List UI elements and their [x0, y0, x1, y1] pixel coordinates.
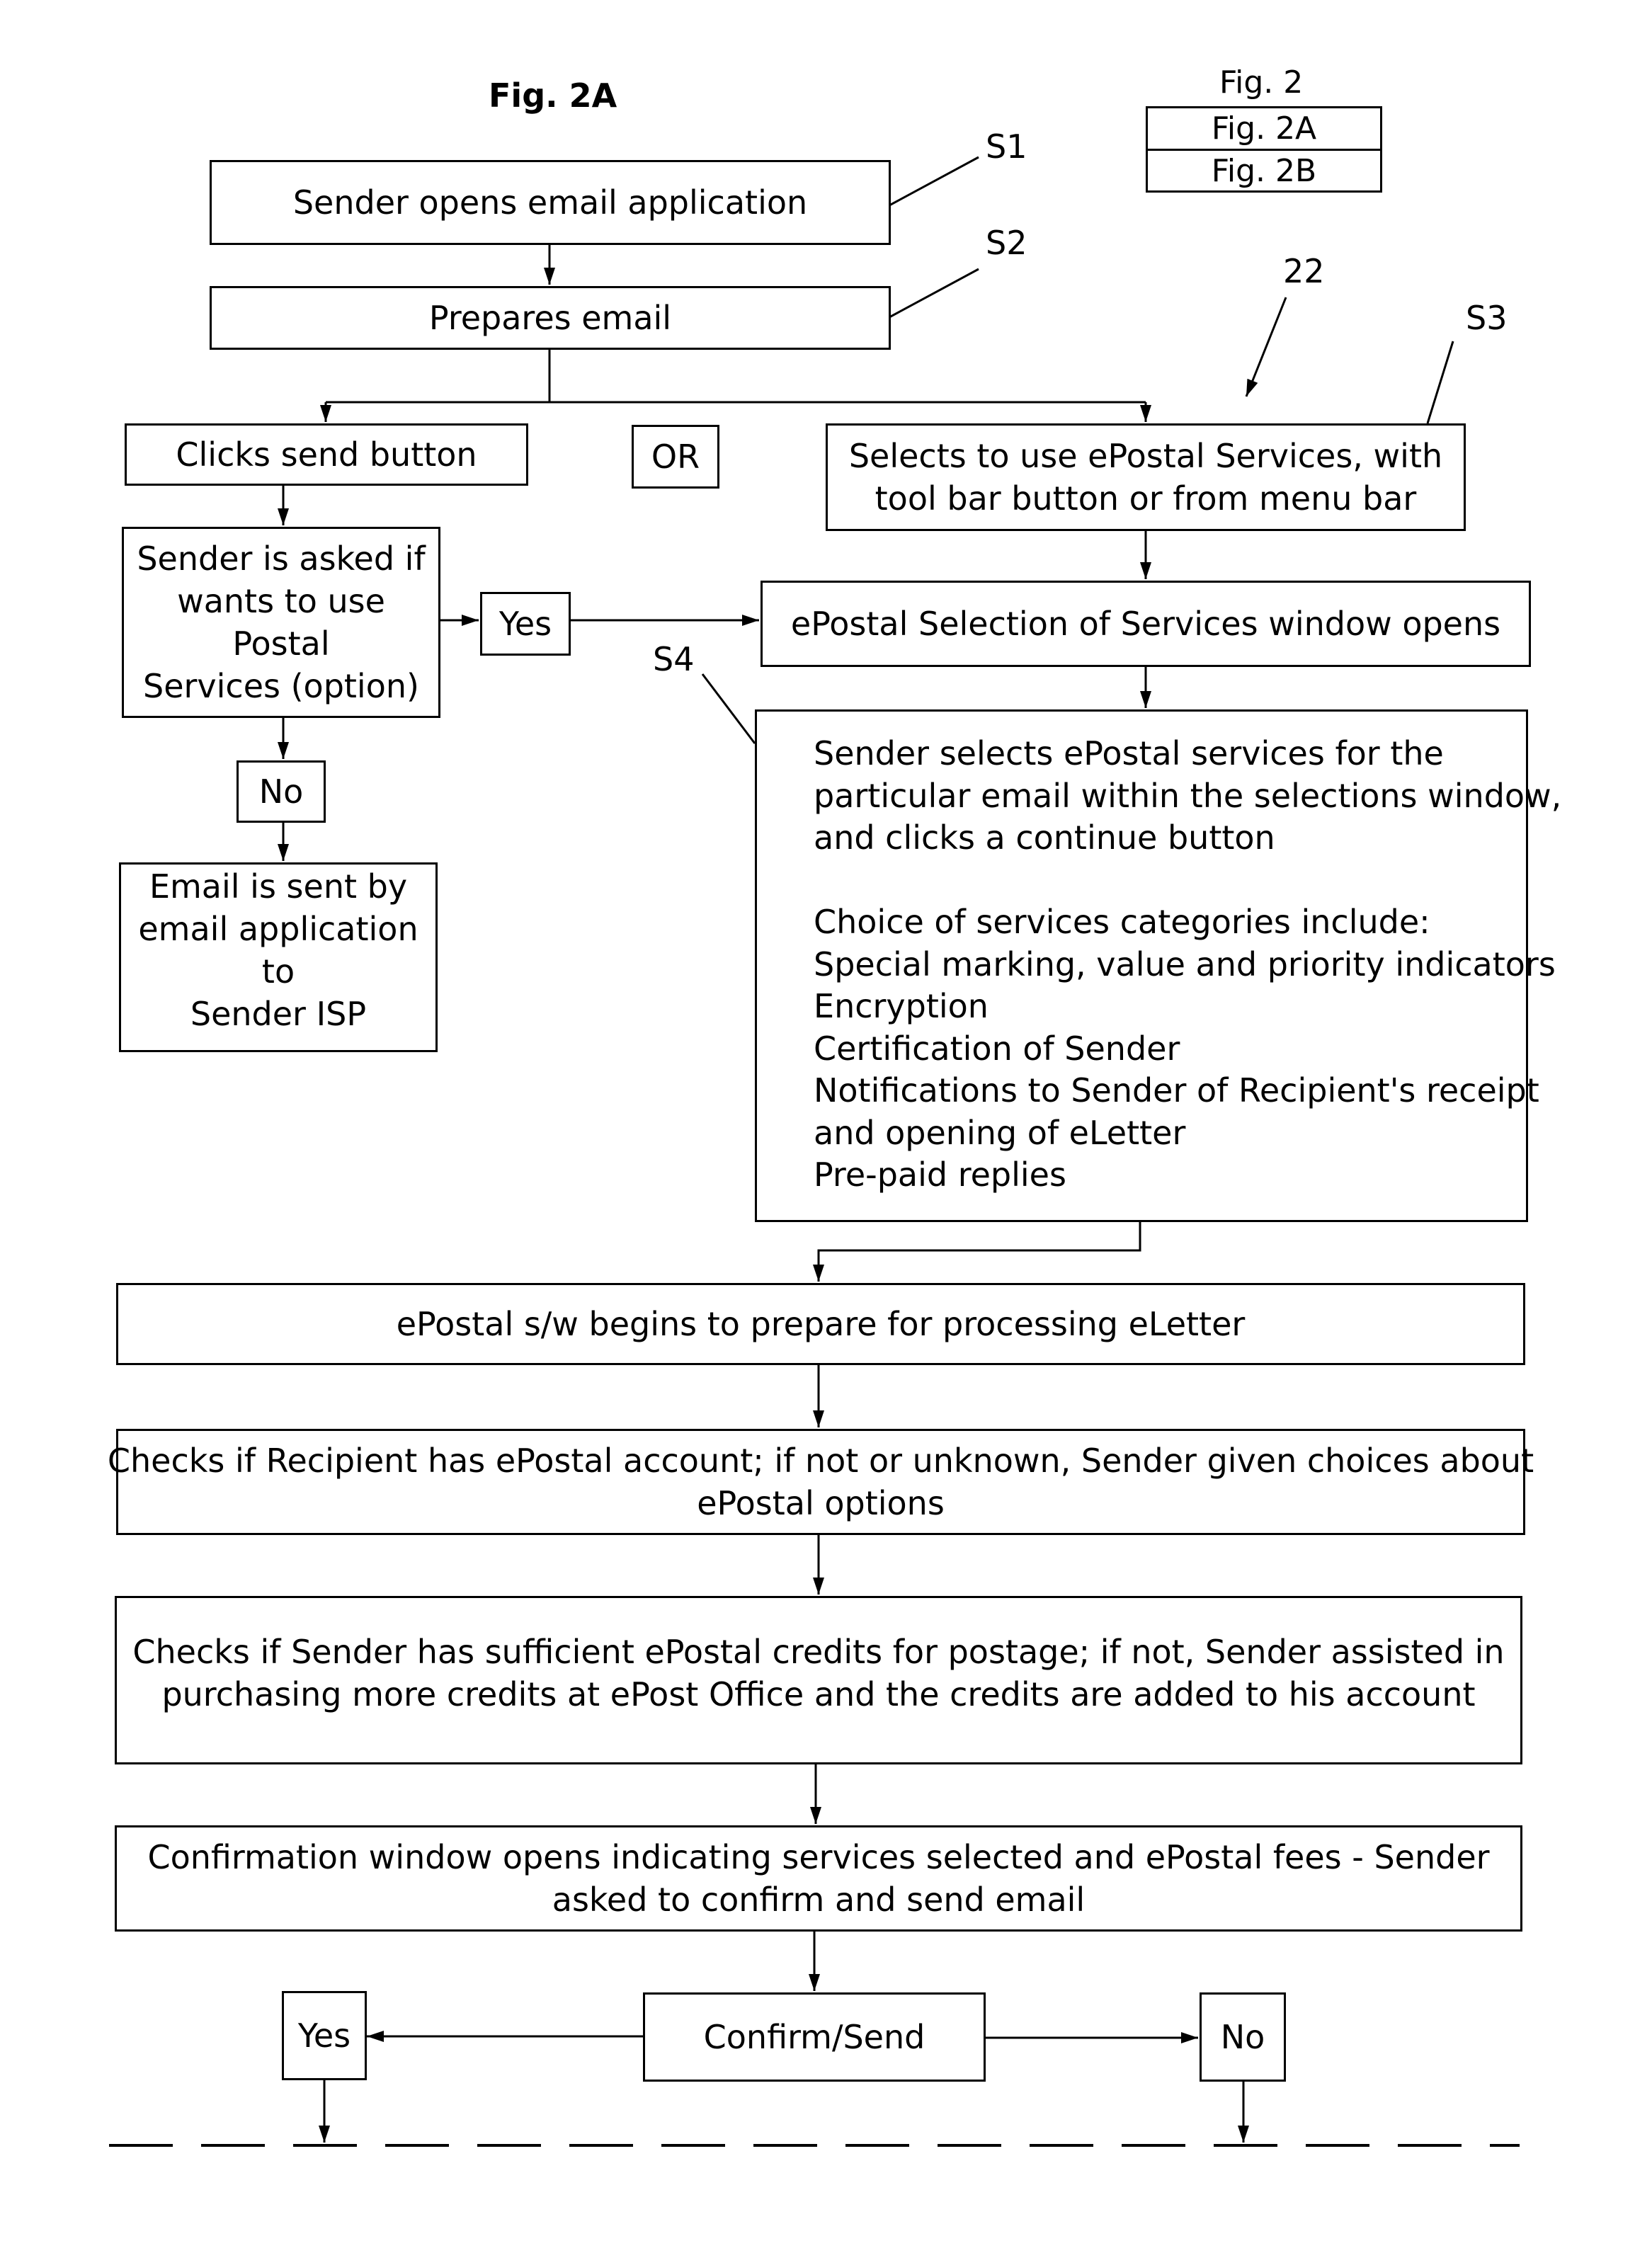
- select-services-heading: Choice of services categories include:: [814, 903, 1430, 941]
- leader-s3: [1426, 341, 1454, 424]
- service-category-item: and opening of eLetter: [814, 1113, 1186, 1152]
- step-prepare-email: Prepares email: [210, 286, 891, 350]
- step-confirmation-window: Confirmation window opens indicating ser…: [115, 1825, 1522, 1932]
- step-check-recipient: Checks if Recipient has ePostal account;…: [108, 1429, 1534, 1535]
- service-category-item: Certification of Sender: [814, 1029, 1180, 1068]
- step-confirm-send-text: Confirm/Send: [703, 2018, 925, 2056]
- step-email-sent-line: email application to: [138, 910, 418, 991]
- step-select-epostal: Selects to use ePostal Services, with to…: [826, 423, 1466, 531]
- ref-label-s2: S2: [986, 224, 1027, 262]
- step-selection-window-opens-text: ePostal Selection of Services window ope…: [790, 605, 1501, 643]
- step-prepare-email-text: Prepares email: [428, 299, 672, 337]
- step-check-credits: Checks if Sender has sufficient ePostal …: [115, 1596, 1522, 1764]
- step-click-send-text: Clicks send button: [176, 435, 477, 474]
- decision-no-bottom: No: [1200, 1992, 1286, 2082]
- legend-heading: Fig. 2: [1219, 64, 1304, 101]
- step-prepare-processing: ePostal s/w begins to prepare for proces…: [116, 1283, 1525, 1365]
- step-check-credits-line: purchasing more credits at ePost Office …: [161, 1675, 1476, 1713]
- service-category-item: Encryption: [814, 987, 989, 1025]
- step-sender-asked: Sender is asked if wants to use Postal S…: [122, 527, 440, 718]
- step-check-recipient-line: ePostal options: [697, 1484, 945, 1522]
- step-click-send: Clicks send button: [125, 423, 528, 486]
- arrow-22: [1245, 297, 1287, 397]
- step-select-services: Sender selects ePostal services for the …: [755, 709, 1561, 1222]
- step-select-epostal-line: tool bar button or from menu bar: [875, 479, 1417, 518]
- step-email-sent-line: Email is sent by: [149, 867, 408, 906]
- or-label: OR: [651, 438, 700, 476]
- decision-yes-top-text: Yes: [499, 605, 552, 643]
- or-label-box: OR: [632, 425, 719, 489]
- legend-cell-fig-2b: Fig. 2B: [1146, 149, 1382, 193]
- ref-label-s4: S4: [653, 640, 695, 678]
- service-category-item: Notifications to Sender of Recipient's r…: [814, 1071, 1539, 1110]
- decision-no-left: No: [237, 760, 326, 823]
- step-open-email-app: Sender opens email application: [210, 160, 891, 245]
- step-confirmation-window-line: asked to confirm and send email: [552, 1881, 1086, 1919]
- step-email-sent: Email is sent by email application to Se…: [119, 862, 438, 1052]
- select-services-intro-line: Sender selects ePostal services for the: [814, 734, 1444, 772]
- step-email-sent-line: Sender ISP: [190, 995, 367, 1033]
- step-confirmation-window-line: Confirmation window opens indicating ser…: [147, 1838, 1490, 1876]
- step-select-epostal-line: Selects to use ePostal Services, with: [848, 437, 1443, 475]
- step-check-recipient-line: Checks if Recipient has ePostal account;…: [107, 1442, 1534, 1480]
- select-services-intro-line: particular email within the selections w…: [814, 776, 1562, 815]
- service-category-item: Pre-paid replies: [814, 1156, 1066, 1194]
- service-category-item: Special marking, value and priority indi…: [814, 945, 1556, 983]
- leader-s2: [889, 268, 979, 319]
- step-check-credits-line: Checks if Sender has sufficient ePostal …: [132, 1633, 1505, 1671]
- decision-yes-bottom-text: Yes: [297, 2017, 351, 2055]
- decision-yes-top: Yes: [480, 592, 571, 656]
- step-open-email-app-text: Sender opens email application: [292, 183, 808, 222]
- ref-label-s3: S3: [1466, 299, 1508, 337]
- step-sender-asked-line: wants to use Postal: [177, 582, 385, 663]
- step-selection-window-opens: ePostal Selection of Services window ope…: [761, 581, 1531, 667]
- figure-title: Fig. 2A: [489, 76, 617, 115]
- step-sender-asked-line: Services (option): [143, 667, 419, 705]
- leader-s1: [889, 156, 979, 207]
- decision-no-left-text: No: [258, 772, 304, 811]
- step-sender-asked-line: Sender is asked if: [137, 540, 426, 578]
- ref-label-22: 22: [1283, 252, 1325, 290]
- leader-s4: [701, 673, 756, 744]
- select-services-intro-line: and clicks a continue button: [814, 819, 1275, 857]
- step-prepare-processing-text: ePostal s/w begins to prepare for proces…: [396, 1305, 1246, 1343]
- connector-services-to-prepare: [817, 1221, 1141, 1267]
- decision-no-bottom-text: No: [1220, 2018, 1265, 2056]
- ref-label-s1: S1: [986, 127, 1027, 166]
- step-confirm-send: Confirm/Send: [643, 1992, 986, 2082]
- decision-yes-bottom: Yes: [282, 1991, 367, 2080]
- legend-cell-fig-2a: Fig. 2A: [1146, 106, 1382, 151]
